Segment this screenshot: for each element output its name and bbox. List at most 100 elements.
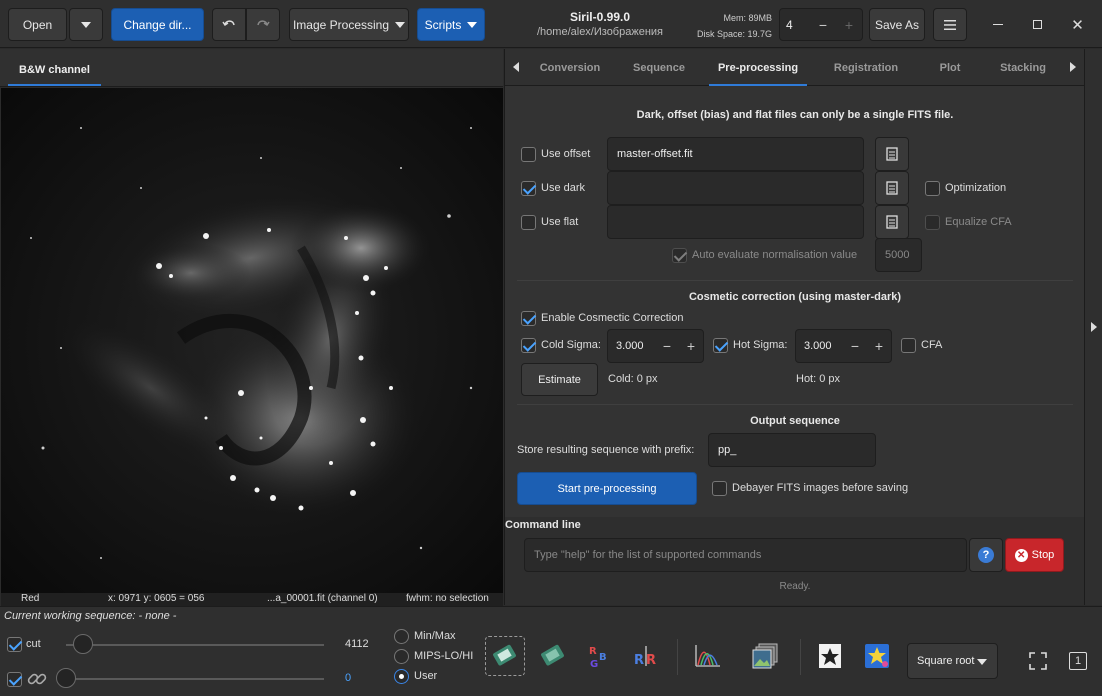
hot-sigma-checkbox[interactable]: [713, 338, 728, 353]
photometry-button[interactable]: [857, 636, 897, 676]
svg-text:B: B: [599, 652, 607, 663]
hot-result: Hot: 0 px: [796, 373, 841, 385]
annotate-button[interactable]: [810, 636, 850, 676]
scroll-tabs-left-icon[interactable]: [513, 62, 519, 72]
open-label: Open: [22, 17, 53, 32]
debayer-checkbox[interactable]: [712, 481, 727, 496]
image-processing-menu[interactable]: Image Processing: [289, 8, 409, 41]
zoom-one-icon: 1: [1069, 652, 1087, 670]
start-preprocessing-button[interactable]: Start pre-processing: [517, 472, 697, 505]
rgb-align-button[interactable]: RBG: [579, 636, 619, 676]
command-line-area: Command line Type "help" for the list of…: [505, 517, 1085, 605]
use-flat-checkbox[interactable]: [521, 215, 536, 230]
display-mode-dropdown[interactable]: Square root: [907, 643, 998, 679]
close-button[interactable]: ✕: [1061, 8, 1094, 41]
file-open-icon: [886, 181, 898, 195]
chevron-down-icon: [395, 21, 406, 28]
color-map-button[interactable]: [533, 636, 573, 676]
lo-slider-track[interactable]: [66, 678, 324, 680]
color-map-icon: [541, 644, 564, 666]
minus-icon[interactable]: −: [810, 17, 836, 33]
cold-sigma-spinner[interactable]: 3.000 − +: [607, 329, 704, 363]
dark-browse-button[interactable]: [875, 171, 909, 205]
maximize-icon: [1033, 20, 1042, 29]
equalize-cfa-checkbox[interactable]: [925, 215, 940, 230]
toolbar-separator: [677, 639, 678, 675]
image-viewer[interactable]: [1, 88, 503, 593]
zoom-one-button[interactable]: 1: [1059, 642, 1097, 680]
tab-bar: Conversion Sequence Pre-processing Regis…: [505, 49, 1085, 86]
flat-browse-button[interactable]: [875, 205, 909, 239]
plus-icon[interactable]: +: [867, 338, 891, 354]
stop-button[interactable]: ✕ Stop: [1005, 538, 1064, 572]
help-button[interactable]: ?: [969, 538, 1003, 572]
threads-spinner[interactable]: 4 − +: [779, 8, 863, 41]
fit-to-window-button[interactable]: [1019, 642, 1057, 680]
cfa-checkbox[interactable]: [901, 338, 916, 353]
radio-mips[interactable]: [394, 649, 409, 664]
rgb-compose-icon: RR: [634, 646, 656, 668]
image-processing-label: Image Processing: [292, 17, 390, 32]
galaxy-image: [1, 88, 503, 593]
negative-view-button[interactable]: [485, 636, 525, 676]
histogram-button[interactable]: [688, 636, 728, 676]
minimize-button[interactable]: [981, 8, 1014, 41]
command-input[interactable]: Type "help" for the list of supported co…: [524, 538, 967, 572]
auto-evaluate-checkbox[interactable]: [672, 248, 687, 263]
scripts-menu[interactable]: Scripts: [417, 8, 485, 41]
cold-sigma-value[interactable]: 3.000: [608, 340, 655, 352]
tab-sequence[interactable]: Sequence: [621, 49, 697, 86]
open-button[interactable]: Open: [8, 8, 67, 41]
use-dark-checkbox[interactable]: [521, 181, 536, 196]
use-offset-checkbox[interactable]: [521, 147, 536, 162]
offset-file-field[interactable]: master-offset.fit: [607, 137, 864, 171]
image-gallery-button[interactable]: [746, 636, 786, 676]
change-dir-button[interactable]: Change dir...: [111, 8, 204, 41]
cut-checkbox[interactable]: [7, 637, 22, 652]
tab-plot[interactable]: Plot: [925, 49, 975, 86]
cut-label: cut: [26, 638, 41, 650]
disk-space: Disk Space: 19.7G: [696, 29, 772, 39]
hot-sigma-value[interactable]: 3.000: [796, 340, 843, 352]
tab-bw-channel[interactable]: B&W channel: [8, 56, 101, 86]
minus-icon[interactable]: −: [843, 338, 867, 354]
hot-sigma-label: Hot Sigma:: [733, 339, 788, 351]
estimate-button[interactable]: Estimate: [521, 363, 598, 396]
rgb-compose-button[interactable]: RR: [626, 636, 666, 676]
rgb-align-icon: RBG: [589, 646, 607, 670]
maximize-button[interactable]: [1021, 8, 1054, 41]
radio-user[interactable]: [394, 669, 409, 684]
title-block: Siril-0.99.0 /home/alex/Изображения: [500, 10, 700, 38]
hot-sigma-spinner[interactable]: 3.000 − +: [795, 329, 892, 363]
undo-button[interactable]: [212, 8, 246, 41]
tab-conversion[interactable]: Conversion: [531, 49, 609, 86]
flat-file-field[interactable]: [607, 205, 864, 239]
radio-mips-label: MIPS-LO/HI: [414, 650, 474, 662]
lo-slider-knob[interactable]: [56, 668, 76, 688]
tab-registration[interactable]: Registration: [823, 49, 909, 86]
enable-cosmetic-checkbox[interactable]: [521, 311, 536, 326]
open-recent-button[interactable]: [69, 8, 103, 41]
hi-slider-knob[interactable]: [73, 634, 93, 654]
normalisation-value-field[interactable]: 5000: [875, 238, 922, 272]
minus-icon[interactable]: −: [655, 338, 679, 354]
hi-slider-track[interactable]: [66, 644, 324, 646]
tab-stacking[interactable]: Stacking: [992, 49, 1054, 86]
link-checkbox[interactable]: [7, 672, 22, 687]
offset-browse-button[interactable]: [875, 137, 909, 171]
plus-icon[interactable]: +: [679, 338, 703, 354]
close-icon: ✕: [1071, 16, 1084, 34]
hamburger-menu-button[interactable]: [933, 8, 967, 41]
radio-min-max[interactable]: [394, 629, 409, 644]
save-as-button[interactable]: Save As: [869, 8, 925, 41]
scroll-tabs-right-icon[interactable]: [1070, 62, 1076, 72]
optimization-checkbox[interactable]: [925, 181, 940, 196]
tab-pre-processing[interactable]: Pre-processing: [709, 49, 807, 86]
redo-button[interactable]: [246, 8, 280, 41]
prefix-field[interactable]: pp_: [708, 433, 876, 467]
cold-sigma-checkbox[interactable]: [521, 338, 536, 353]
side-panel-expander[interactable]: [1084, 49, 1102, 605]
plus-icon[interactable]: +: [836, 17, 862, 33]
threads-value[interactable]: 4: [780, 18, 810, 32]
dark-file-field[interactable]: [607, 171, 864, 205]
